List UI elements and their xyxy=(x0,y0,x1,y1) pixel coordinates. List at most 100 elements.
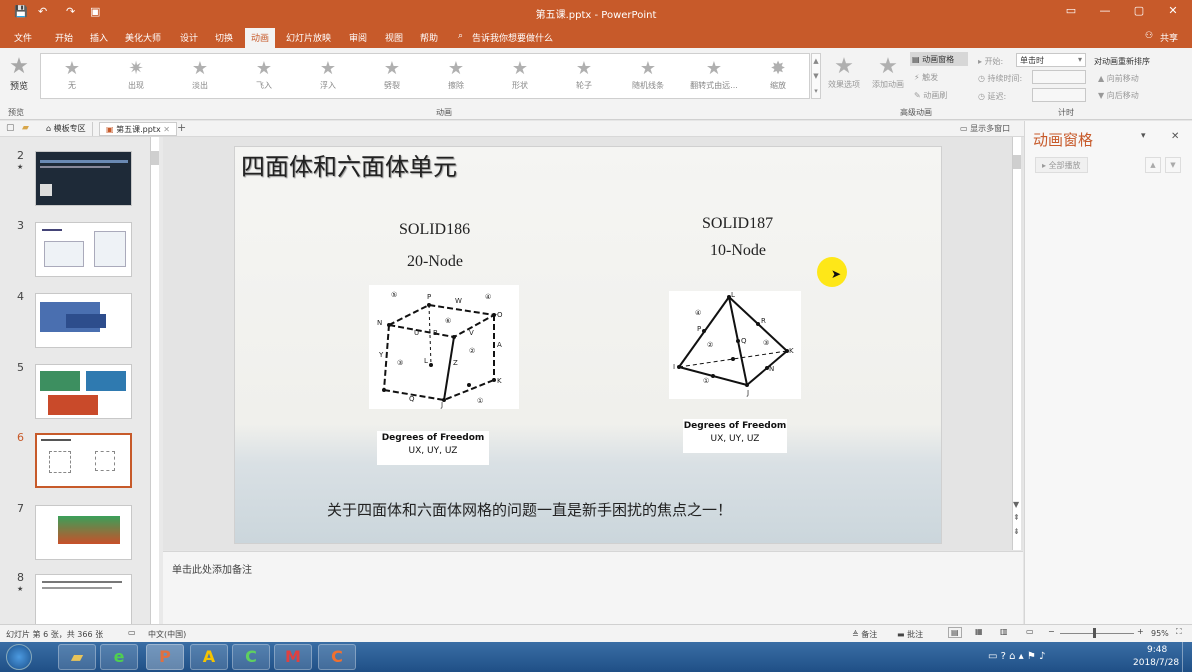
add-animation-button[interactable]: ★ 添加动画 xyxy=(869,54,907,90)
notes-pane[interactable]: 单击此处添加备注 xyxy=(163,551,1023,624)
anim-split[interactable]: ★ 劈裂 xyxy=(367,58,417,91)
maximize-button[interactable]: ▢ xyxy=(1124,4,1154,17)
close-pane-icon[interactable]: ✕ xyxy=(1171,131,1179,142)
tab-slideshow[interactable]: 幻灯片放映 xyxy=(286,31,331,44)
anim-shape[interactable]: ★ 形状 xyxy=(495,58,545,91)
slideshow-icon[interactable]: ▭ xyxy=(1026,627,1034,636)
anim-none[interactable]: ★ 无 xyxy=(47,58,97,91)
play-all-button[interactable]: ▸ 全部播放 xyxy=(1035,157,1088,173)
explorer-taskbar-icon[interactable]: ▰ xyxy=(58,644,96,670)
reading-view-icon[interactable]: ▥ xyxy=(1000,627,1008,636)
app-m-taskbar-icon[interactable]: M xyxy=(274,644,312,670)
start-button[interactable] xyxy=(6,644,32,670)
preview-button[interactable]: ★ 预览 xyxy=(4,54,34,92)
animation-pane-button[interactable]: ▤ 动画窗格 xyxy=(910,52,968,66)
anim-wipe[interactable]: ★ 擦除 xyxy=(431,58,481,91)
editor-scrollbar[interactable] xyxy=(1012,137,1021,550)
powerpoint-taskbar-icon[interactable]: P xyxy=(146,644,184,670)
slide-caption[interactable]: 关于四面体和六面体网格的问题一直是新手困扰的焦点之一！ xyxy=(327,499,732,520)
move-down-icon[interactable]: ▼ xyxy=(1165,157,1181,173)
thumb-title-line xyxy=(41,439,71,441)
thumbnail-slide-6[interactable] xyxy=(35,433,132,488)
duration-input[interactable] xyxy=(1032,70,1086,84)
fit-slide-icon[interactable]: ⛶ xyxy=(1176,627,1182,637)
thumbnail-slide-8[interactable] xyxy=(35,574,132,629)
notes-placeholder[interactable]: 单击此处添加备注 xyxy=(172,561,252,576)
new-tab-button[interactable]: + xyxy=(177,121,186,134)
previous-slide-icon[interactable]: ⇞ xyxy=(1013,513,1020,522)
folder-icon[interactable]: ▰ xyxy=(22,123,29,133)
anim-float-in[interactable]: ★ 浮入 xyxy=(303,58,353,91)
gallery-scroll[interactable]: ▲ ▼ ▾ xyxy=(811,53,821,99)
start-select[interactable]: 单击时 ▾ xyxy=(1016,53,1086,67)
pane-options-icon[interactable]: ▾ xyxy=(1141,131,1146,141)
move-earlier-button[interactable]: ▲ 向前移动 xyxy=(1098,73,1139,84)
thumbnail-slide-7[interactable] xyxy=(35,505,132,560)
svg-text:Q: Q xyxy=(409,395,415,403)
thumbnail-scrollbar[interactable] xyxy=(150,137,159,625)
delay-input[interactable] xyxy=(1032,88,1086,102)
close-button[interactable]: ✕ xyxy=(1158,4,1188,17)
move-up-icon[interactable]: ▲ xyxy=(1145,157,1161,173)
normal-view-icon[interactable]: ▤ xyxy=(948,627,962,638)
clock-date[interactable]: 2018/7/28 xyxy=(1133,658,1179,668)
slide-title[interactable]: 四面体和六面体单元 xyxy=(241,147,457,182)
zoom-slider[interactable] xyxy=(1060,633,1134,634)
tab-view[interactable]: 视图 xyxy=(385,31,403,44)
thumbnail-slide-4[interactable] xyxy=(35,293,132,348)
app-a-taskbar-icon[interactable]: A xyxy=(190,644,228,670)
anim-fade[interactable]: ★ 淡出 xyxy=(175,58,225,91)
camtasia-taskbar-icon[interactable]: C xyxy=(232,644,270,670)
doc-tab-template[interactable]: ⌂ 模板专区 xyxy=(40,122,93,136)
tray-icons[interactable]: ▭ ? ⌂ ▴ ⚑ ♪ xyxy=(988,651,1045,662)
move-later-button[interactable]: ▼ 向后移动 xyxy=(1098,90,1139,101)
tab-animations[interactable]: 动画 xyxy=(245,28,276,48)
ribbon-options-icon[interactable]: ▭ xyxy=(1056,4,1086,17)
doc-tab-current[interactable]: ▣ 第五课.pptx ✕ xyxy=(99,122,177,136)
spell-check-icon[interactable]: ▭ xyxy=(128,628,136,637)
anim-appear[interactable]: ✷ 出现 xyxy=(111,58,161,91)
tab-review[interactable]: 审阅 xyxy=(349,31,367,44)
file-icon[interactable]: ▢ xyxy=(6,123,15,133)
clock-time[interactable]: 9:48 xyxy=(1147,645,1167,655)
browser-taskbar-icon[interactable]: e xyxy=(100,644,138,670)
animation-painter-button[interactable]: ✎ 动画刷 xyxy=(914,90,947,101)
language-indicator[interactable]: 中文(中国) xyxy=(148,629,186,640)
show-multi-window-button[interactable]: ▭ 显示多窗口 xyxy=(960,123,1010,134)
scroll-thumb[interactable] xyxy=(151,151,159,165)
current-slide[interactable]: 四面体和六面体单元 SOLID186 20-Node SOLID187 10-N… xyxy=(234,146,942,544)
anim-wheel[interactable]: ★ 轮子 xyxy=(559,58,609,91)
share-button[interactable]: 共享 xyxy=(1160,31,1178,44)
scroll-down-icon[interactable]: ▼ xyxy=(1013,500,1019,509)
tab-home[interactable]: 开始 xyxy=(55,31,73,44)
tab-meihua[interactable]: 美化大师 xyxy=(125,31,161,44)
anim-random-bars[interactable]: ★ 随机线条 xyxy=(623,58,673,91)
thumbnail-slide-2[interactable] xyxy=(35,151,132,206)
show-desktop-button[interactable] xyxy=(1182,642,1192,672)
zoom-in-icon[interactable]: + xyxy=(1137,627,1144,636)
effect-options-button[interactable]: ★ 效果选项 xyxy=(825,54,863,90)
slide-sorter-icon[interactable]: ▦ xyxy=(975,627,983,636)
anim-grow-turn[interactable]: ★ 翻转式由远... xyxy=(685,58,743,91)
close-icon[interactable]: ✕ xyxy=(163,125,170,134)
zoom-out-icon[interactable]: − xyxy=(1048,627,1055,636)
tell-me-input[interactable]: 告诉我你想要做什么 xyxy=(472,31,553,44)
trigger-button[interactable]: ⚡ 触发 xyxy=(914,72,938,83)
zoom-slider-thumb[interactable] xyxy=(1093,628,1096,638)
notes-toggle[interactable]: ≜ 备注 xyxy=(852,629,877,640)
thumbnail-slide-5[interactable] xyxy=(35,364,132,419)
tab-design[interactable]: 设计 xyxy=(180,31,198,44)
next-slide-icon[interactable]: ⇟ xyxy=(1013,527,1020,536)
minimize-button[interactable]: — xyxy=(1090,4,1120,17)
anim-zoom[interactable]: ✸ 缩放 xyxy=(753,58,803,91)
app-c-taskbar-icon[interactable]: C xyxy=(318,644,356,670)
comments-toggle[interactable]: ▬ 批注 xyxy=(897,629,923,640)
scroll-thumb[interactable] xyxy=(1013,155,1021,169)
tab-help[interactable]: 帮助 xyxy=(420,31,438,44)
zoom-level[interactable]: 95% xyxy=(1151,629,1169,638)
thumbnail-slide-3[interactable] xyxy=(35,222,132,277)
tab-transitions[interactable]: 切换 xyxy=(215,31,233,44)
tab-insert[interactable]: 插入 xyxy=(90,31,108,44)
tab-file[interactable]: 文件 xyxy=(14,31,32,44)
anim-fly-in[interactable]: ★ 飞入 xyxy=(239,58,289,91)
